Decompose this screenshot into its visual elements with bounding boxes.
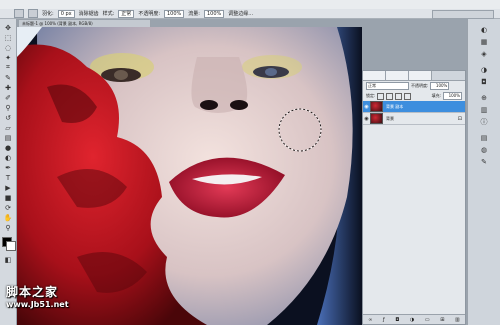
adjustment-icon[interactable]: ◑ <box>410 317 414 323</box>
feather-label: 羽化: <box>42 11 54 17</box>
mask-icon[interactable]: ◘ <box>395 317 399 323</box>
layer-thumbnail <box>370 101 383 112</box>
fx-icon[interactable]: ƒ <box>383 317 385 323</box>
pen-tool-icon[interactable]: ✒ <box>2 163 14 172</box>
layer-opacity-input[interactable]: 100% <box>430 82 450 90</box>
folder-icon[interactable]: ▭ <box>425 317 430 323</box>
type-tool-icon[interactable]: T <box>2 173 14 182</box>
watermark: 脚本之家 www.Jb51.net <box>6 283 86 321</box>
layer-row[interactable]: ◉ 背景 ⊡ <box>363 113 465 125</box>
lock-all-icon[interactable] <box>404 92 412 100</box>
zoom-tool-icon[interactable]: ⚲ <box>2 223 14 232</box>
healing-brush-tool-icon[interactable]: ✚ <box>2 83 14 92</box>
add-selection-icon[interactable] <box>28 9 38 18</box>
layers-panel-tabs <box>363 71 465 81</box>
clone-stamp-tool-icon[interactable]: ⚲ <box>2 103 14 112</box>
flow-input[interactable]: 100% <box>203 9 225 18</box>
marquee-tool-icon[interactable]: ⬚ <box>2 33 14 42</box>
opacity-label: 不透明度: <box>138 11 160 17</box>
lock-label: 锁定: <box>366 93 376 98</box>
options-bar: 羽化: 0 px 消除锯齿 样式: 正常 不透明度: 100% 流量: 100%… <box>0 9 500 19</box>
visibility-eye-icon[interactable]: ◉ <box>363 101 370 112</box>
quick-mask-icon[interactable]: ◧ <box>2 255 14 264</box>
layers-panel-icon[interactable]: ▤ <box>472 133 496 143</box>
history-brush-tool-icon[interactable]: ↺ <box>2 113 14 122</box>
shape-tool-icon[interactable]: ■ <box>2 193 14 202</box>
layer-name: 背景 副本 <box>386 103 404 109</box>
move-tool-icon[interactable]: ✥ <box>2 23 14 32</box>
eyedropper-tool-icon[interactable]: ✎ <box>2 73 14 82</box>
crop-tool-icon[interactable]: ⌗ <box>2 63 14 72</box>
styles-panel-icon[interactable]: ◈ <box>472 49 496 59</box>
watermark-url: www.Jb51.net <box>6 300 69 309</box>
info-panel-icon[interactable]: ⓘ <box>472 117 496 127</box>
layers-panel-footer: ∞ ƒ ◘ ◑ ▭ ⊞ ▥ <box>363 314 465 324</box>
tab-channels[interactable] <box>386 71 409 80</box>
layer-name: 背景 <box>386 115 394 121</box>
opacity-input[interactable]: 100% <box>164 9 185 18</box>
style-label: 样式: <box>102 11 115 17</box>
lock-position-icon[interactable] <box>395 92 403 100</box>
histogram-panel-icon[interactable]: ▥ <box>472 105 496 115</box>
3d-rotate-tool-icon[interactable]: ⟳ <box>2 203 14 212</box>
feather-input[interactable]: 0 px <box>57 9 75 18</box>
magic-wand-tool-icon[interactable]: ✦ <box>2 53 14 62</box>
paths-panel-icon[interactable]: ✎ <box>472 157 496 167</box>
dodge-tool-icon[interactable]: ◐ <box>2 153 14 162</box>
gradient-tool-icon[interactable]: ▤ <box>2 133 14 142</box>
fill-input[interactable]: 100% <box>443 92 462 100</box>
navigator-panel-icon[interactable]: ⊕ <box>472 93 496 103</box>
lock-transparency-icon[interactable] <box>377 92 385 100</box>
refine-edge-button[interactable]: 调整边缘... <box>228 10 253 17</box>
visibility-eye-icon[interactable]: ◉ <box>363 113 370 124</box>
lasso-tool-icon[interactable]: ◌ <box>2 43 14 52</box>
blend-mode-select[interactable]: 正常 <box>366 82 409 90</box>
background-color-swatch[interactable] <box>6 241 16 251</box>
link-icon[interactable]: ∞ <box>368 317 372 323</box>
layer-row[interactable]: ◉ 背景 副本 <box>363 101 465 113</box>
document-canvas[interactable] <box>17 27 362 325</box>
watermark-title: 脚本之家 <box>6 285 59 299</box>
trash-icon[interactable]: ▥ <box>455 317 460 323</box>
brush-tool-icon[interactable]: ✐ <box>2 93 14 102</box>
workspace-switcher[interactable] <box>432 10 494 19</box>
layer-thumbnail <box>370 113 383 124</box>
channels-panel-icon[interactable]: ◍ <box>472 145 496 155</box>
flow-label: 流量: <box>188 11 200 17</box>
eraser-tool-icon[interactable]: ▱ <box>2 123 14 132</box>
fill-label: 填充: <box>431 93 441 98</box>
tab-layers[interactable] <box>363 71 386 80</box>
portrait-photo <box>17 27 362 325</box>
color-panel-icon[interactable]: ◐ <box>472 25 496 35</box>
blur-tool-icon[interactable]: ● <box>2 143 14 152</box>
swatches-panel-icon[interactable]: ▦ <box>472 37 496 47</box>
lock-icon: ⊡ <box>457 115 462 122</box>
masks-panel-icon[interactable]: ◘ <box>472 77 496 87</box>
tab-paths[interactable] <box>409 71 432 80</box>
toolbox: ✥ ⬚ ◌ ✦ ⌗ ✎ ✚ ✐ ⚲ ↺ ▱ ▤ ● ◐ ✒ T ▶ ■ ⟳ ✋ … <box>0 19 17 325</box>
hand-tool-icon[interactable]: ✋ <box>2 213 14 222</box>
new-layer-icon[interactable]: ⊞ <box>440 317 444 323</box>
selection-mode-icon[interactable] <box>14 9 24 18</box>
collapsed-panels-dock: ◐ ▦ ◈ ◑ ◘ ⊕ ▥ ⓘ ▤ ◍ ✎ <box>467 19 500 325</box>
style-select[interactable]: 正常 <box>118 9 135 18</box>
lock-pixels-icon[interactable] <box>386 92 394 100</box>
path-selection-tool-icon[interactable]: ▶ <box>2 183 14 192</box>
layers-panel: 正常 不透明度: 100% 锁定: 填充: 100% ◉ 背景 副本 ◉ 背景 … <box>362 70 466 325</box>
adjustments-panel-icon[interactable]: ◑ <box>472 65 496 75</box>
layer-opacity-label: 不透明度: <box>411 83 429 88</box>
antialias-label[interactable]: 消除锯齿 <box>79 10 99 17</box>
